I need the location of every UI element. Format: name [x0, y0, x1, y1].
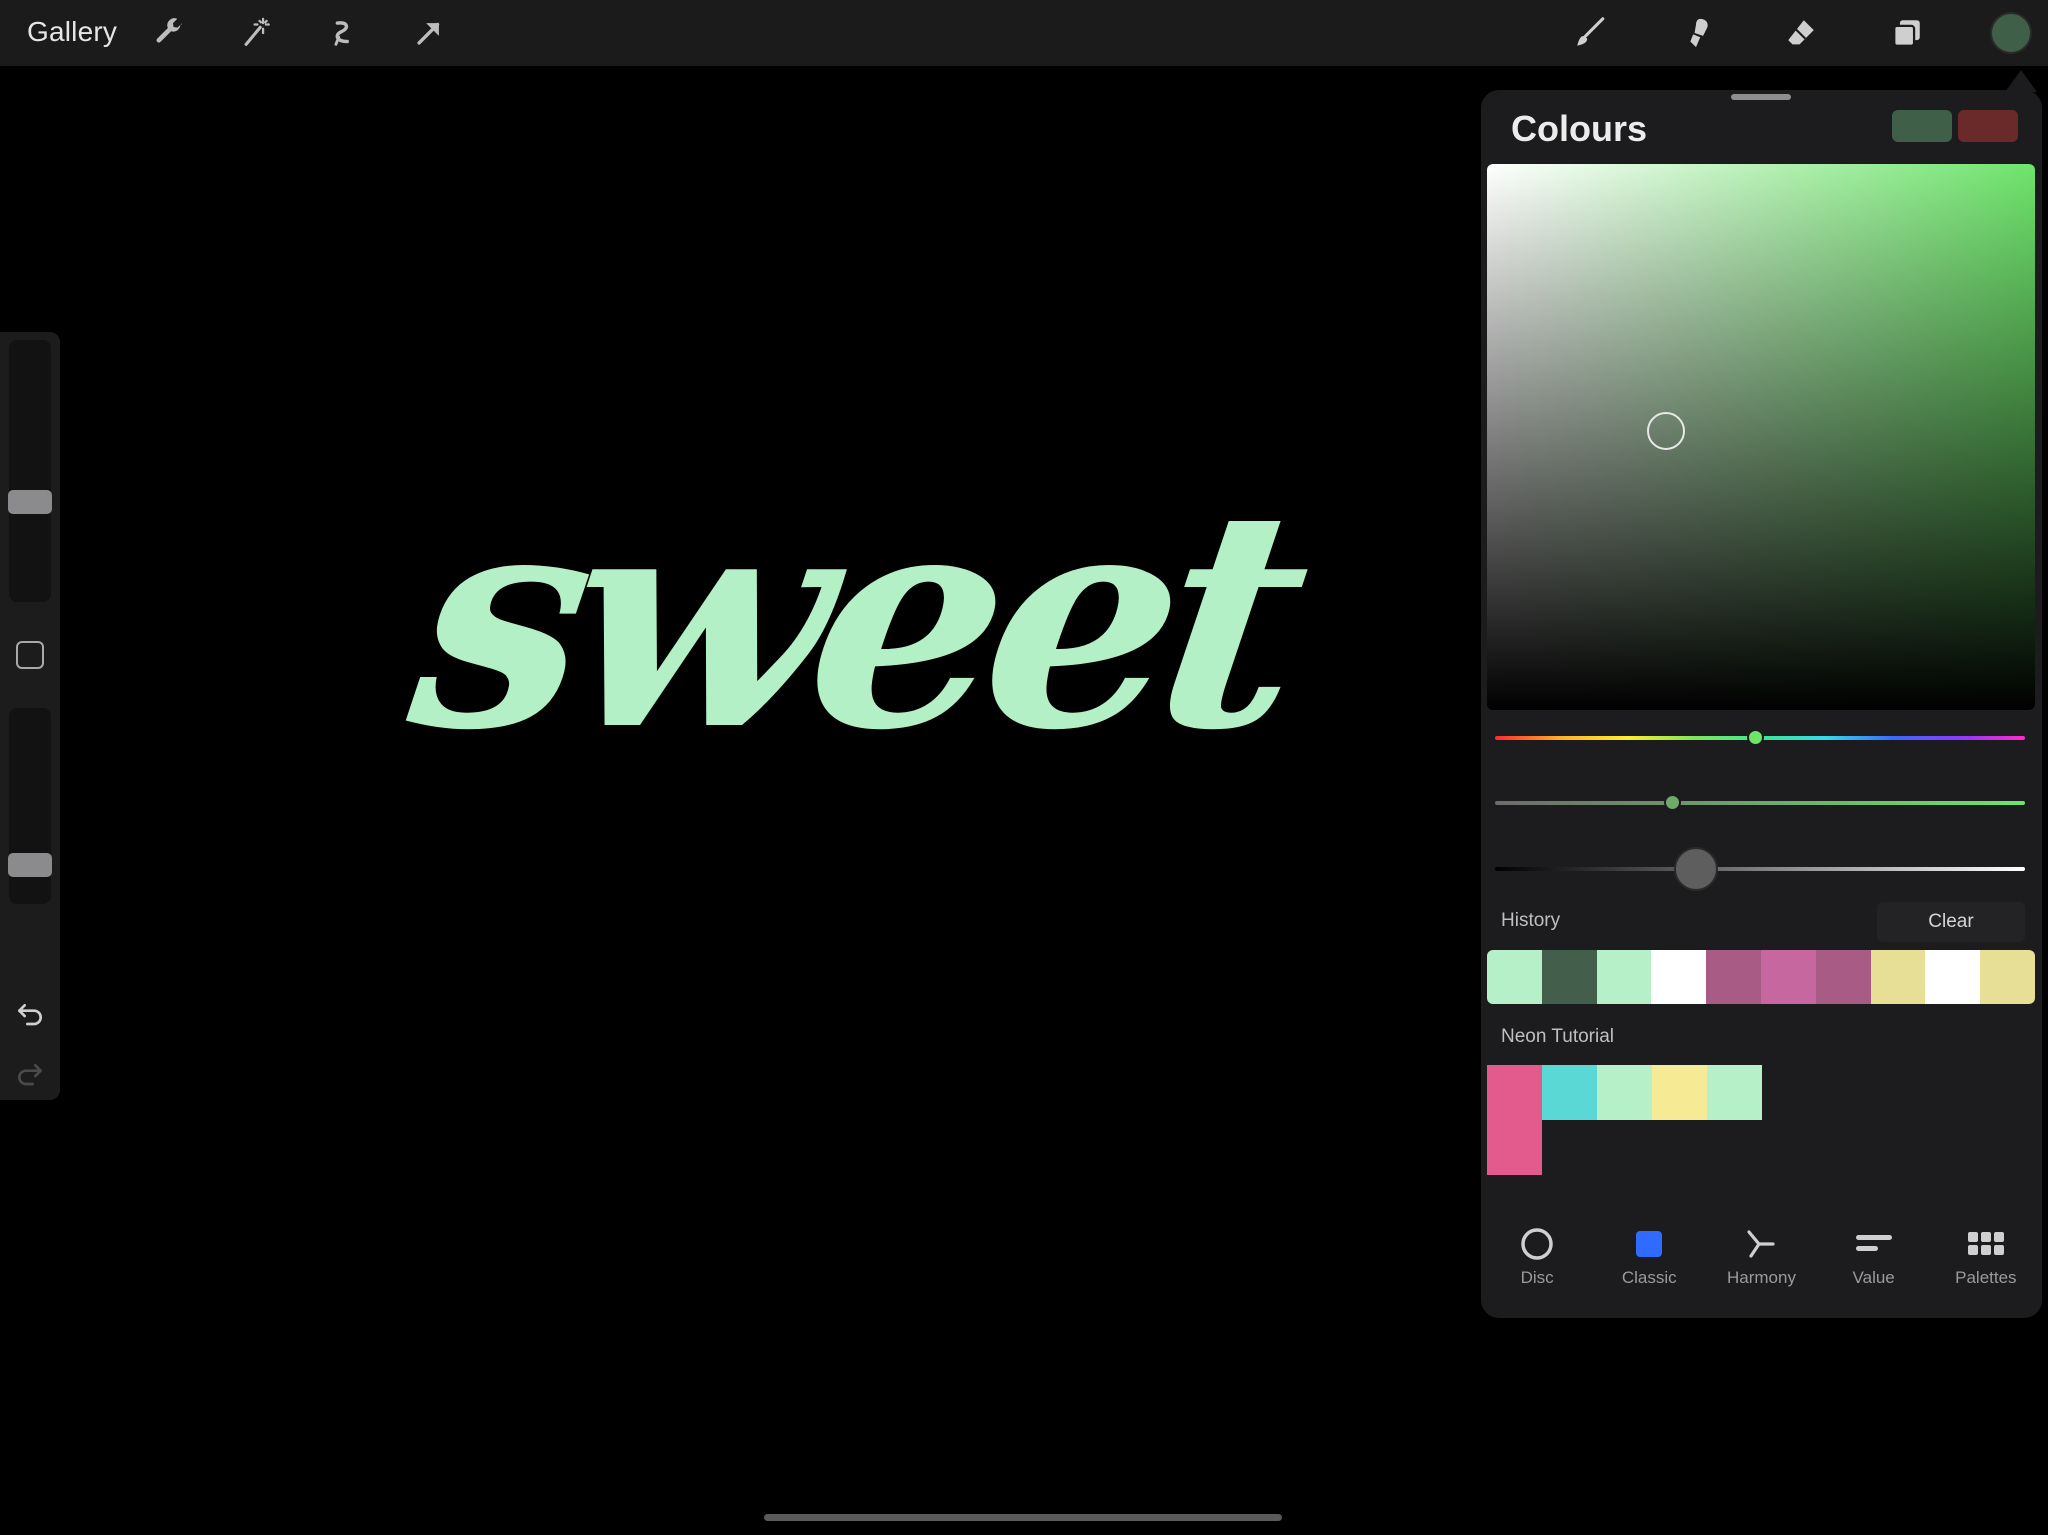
tab-classic[interactable]: Classic	[1599, 1222, 1699, 1314]
canvas-artwork[interactable]: sweet	[395, 443, 1312, 796]
value-sliders-icon	[1854, 1222, 1894, 1266]
left-sidebar	[0, 332, 60, 1100]
brush-size-slider[interactable]	[9, 340, 51, 602]
tab-label: Classic	[1621, 1268, 1677, 1287]
palettes-grid-icon	[1966, 1222, 2006, 1266]
top-toolbar: Gallery	[0, 0, 2048, 66]
tab-harmony[interactable]: Harmony	[1711, 1222, 1811, 1314]
palette-swatch[interactable]	[1597, 1065, 1652, 1120]
history-swatch[interactable]	[1925, 950, 1981, 1004]
palette-swatch[interactable]	[1487, 1120, 1542, 1175]
history-swatches	[1487, 950, 2035, 1004]
clear-history-button[interactable]: Clear	[1877, 902, 2025, 942]
transform-arrow-icon[interactable]	[406, 10, 452, 56]
saturation-slider[interactable]	[1495, 801, 2025, 805]
saturation-brightness-picker[interactable]	[1487, 164, 2035, 710]
harmony-icon	[1743, 1222, 1779, 1266]
tab-label: Palettes	[1955, 1268, 2017, 1287]
brush-size-thumb[interactable]	[8, 490, 52, 515]
tab-value[interactable]: Value	[1824, 1222, 1924, 1314]
saturation-slider-knob[interactable]	[1664, 794, 1681, 811]
history-swatch[interactable]	[1870, 950, 1926, 1004]
classic-square-icon	[1632, 1222, 1666, 1266]
history-swatch[interactable]	[1760, 950, 1816, 1004]
palette-swatch[interactable]	[1652, 1065, 1707, 1120]
selection-icon[interactable]	[320, 10, 366, 56]
current-colour-swatch[interactable]	[1892, 110, 1952, 142]
artwork-lettering: sweet	[395, 443, 1313, 796]
redo-icon[interactable]	[14, 1056, 46, 1088]
panel-grabber[interactable]	[1731, 94, 1791, 100]
previous-colour-swatch[interactable]	[1958, 110, 2018, 142]
undo-icon[interactable]	[14, 996, 46, 1028]
history-swatch[interactable]	[1596, 950, 1652, 1004]
panel-pointer	[2005, 70, 2037, 92]
colour-mode-tabs: Disc Classic Harmony Value Palettes	[1481, 1222, 2042, 1314]
disc-icon	[1520, 1222, 1554, 1266]
modify-square-icon[interactable]	[16, 641, 44, 669]
history-swatch[interactable]	[1815, 950, 1871, 1004]
palette-swatch[interactable]	[1487, 1065, 1542, 1120]
eraser-icon[interactable]	[1778, 10, 1824, 56]
gallery-button[interactable]: Gallery	[27, 16, 117, 48]
tab-palettes[interactable]: Palettes	[1936, 1222, 2036, 1314]
panel-title: Colours	[1511, 108, 1648, 149]
palette-swatch[interactable]	[1542, 1065, 1597, 1120]
tab-disc[interactable]: Disc	[1487, 1222, 1587, 1314]
opacity-thumb[interactable]	[8, 852, 52, 877]
smudge-icon[interactable]	[1673, 10, 1719, 56]
history-swatch[interactable]	[1487, 950, 1542, 1004]
colour-picker-handle[interactable]	[1647, 412, 1685, 450]
layers-icon[interactable]	[1884, 10, 1930, 56]
brightness-slider[interactable]	[1495, 867, 2025, 871]
history-swatch[interactable]	[1541, 950, 1597, 1004]
history-swatch[interactable]	[1706, 950, 1761, 1004]
history-label: History	[1501, 910, 1561, 931]
brightness-slider-knob[interactable]	[1674, 847, 1718, 891]
hue-slider-knob[interactable]	[1747, 729, 1764, 746]
wrench-icon[interactable]	[146, 10, 192, 56]
palette-swatch[interactable]	[1707, 1065, 1762, 1120]
history-swatch[interactable]	[1651, 950, 1707, 1004]
current-colour-button[interactable]	[1990, 12, 2032, 54]
brush-icon[interactable]	[1567, 10, 1613, 56]
magic-wand-icon[interactable]	[233, 10, 279, 56]
colours-panel: Colours History Clear Neon Tutorial Disc…	[1481, 90, 2042, 1318]
palette-label: Neon Tutorial	[1501, 1026, 1615, 1047]
tab-label: Disc	[1520, 1268, 1554, 1287]
history-swatch[interactable]	[1980, 950, 2035, 1004]
tab-label: Harmony	[1726, 1268, 1796, 1287]
home-indicator[interactable]	[764, 1514, 1282, 1521]
tab-label: Value	[1852, 1268, 1895, 1287]
